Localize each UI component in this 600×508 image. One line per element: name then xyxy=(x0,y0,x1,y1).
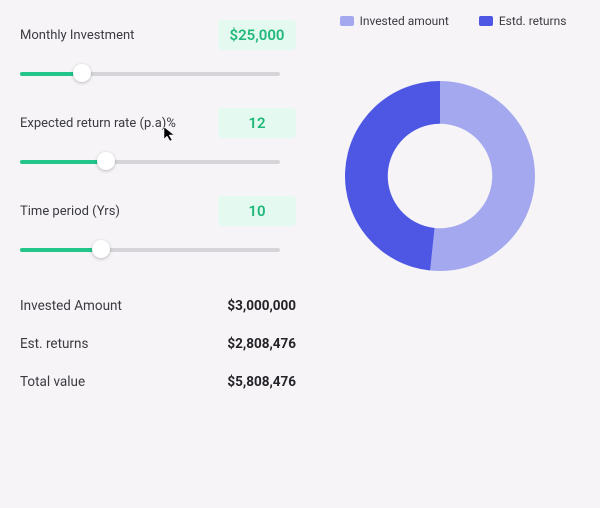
sip-calculator: Monthly Investment $25,000 Expected retu… xyxy=(0,0,600,508)
expected-return-slider[interactable] xyxy=(20,154,280,168)
legend-item-invested: Invested amount xyxy=(340,14,449,28)
time-period-label: Time period (Yrs) xyxy=(20,204,120,219)
results-panel: Invested Amount $3,000,000 Est. returns … xyxy=(20,298,296,390)
result-invested: Invested Amount $3,000,000 xyxy=(20,298,296,314)
monthly-investment-label: Monthly Investment xyxy=(20,28,134,43)
chart-panel: Invested amount Estd. returns xyxy=(320,0,600,508)
inputs-panel: Monthly Investment $25,000 Expected retu… xyxy=(0,0,320,508)
time-period-value[interactable]: 10 xyxy=(218,196,296,226)
result-total: Total value $5,808,476 xyxy=(20,374,296,390)
legend-swatch-invested xyxy=(340,16,354,26)
monthly-investment-slider[interactable] xyxy=(20,66,280,80)
expected-return-value[interactable]: 12 xyxy=(218,108,296,138)
param-time-period: Time period (Yrs) 10 xyxy=(20,196,296,226)
donut-slice xyxy=(345,81,440,270)
legend-swatch-returns xyxy=(479,16,493,26)
time-period-slider[interactable] xyxy=(20,242,280,256)
expected-return-label: Expected return rate (p.a)% xyxy=(20,116,176,131)
param-expected-return: Expected return rate (p.a)% 12 xyxy=(20,108,296,138)
donut-slice xyxy=(430,81,535,271)
monthly-investment-value[interactable]: $25,000 xyxy=(218,20,296,50)
donut-chart xyxy=(330,66,550,286)
param-monthly-investment: Monthly Investment $25,000 xyxy=(20,20,296,50)
result-returns: Est. returns $2,808,476 xyxy=(20,336,296,352)
legend-item-returns: Estd. returns xyxy=(479,14,567,28)
chart-legend: Invested amount Estd. returns xyxy=(330,14,576,28)
